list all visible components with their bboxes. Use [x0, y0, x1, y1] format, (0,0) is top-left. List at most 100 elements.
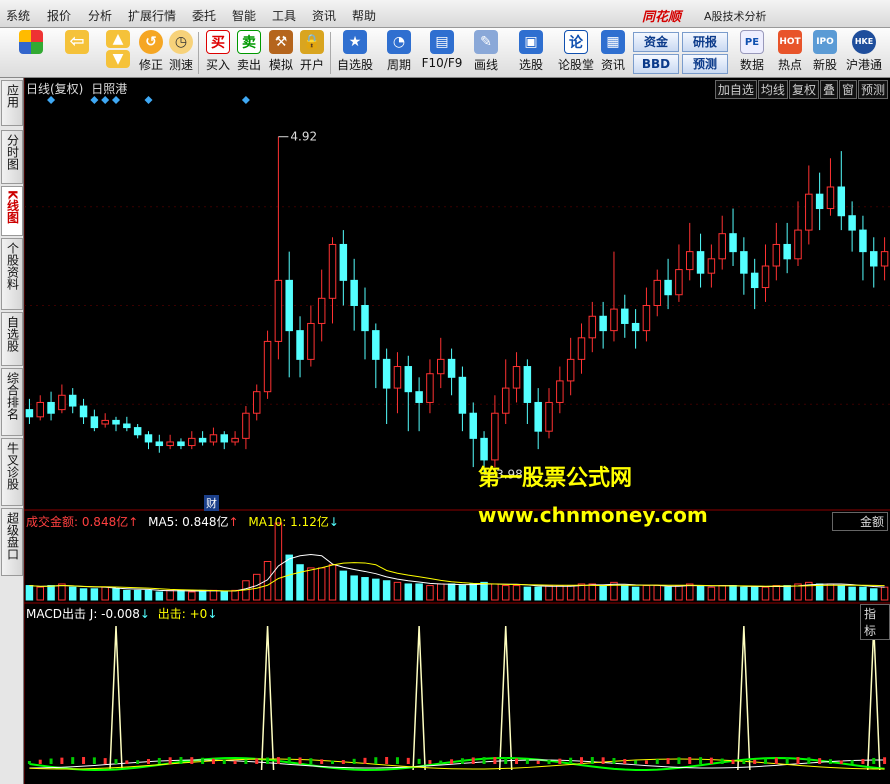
sidebar-item-label: 应用 — [5, 84, 20, 108]
event-diamond-marker — [241, 96, 250, 104]
indicator-box[interactable]: 指标 — [860, 604, 890, 640]
bbd-button[interactable]: BBD — [633, 54, 679, 74]
volume-bar — [220, 591, 229, 601]
candle-body — [350, 279, 358, 306]
sidebar-item-diagnosis[interactable]: 牛叉诊股 — [1, 438, 23, 506]
macd-histogram-bar — [872, 757, 876, 764]
macd-histogram-bar — [644, 760, 648, 764]
sidebar-item-super-book[interactable]: 超级盘口 — [1, 508, 23, 576]
volume-bar — [307, 567, 315, 601]
sidebar-item-label: K线图 — [5, 190, 20, 224]
volume-bar — [274, 522, 283, 601]
capital-button[interactable]: 资金 — [633, 32, 679, 52]
volume-bar — [545, 585, 553, 601]
ma-button[interactable]: 均线 — [757, 80, 788, 99]
cycle-button[interactable]: ◔ 周期 — [384, 30, 414, 76]
pen-icon: ✎ — [474, 30, 498, 54]
volume-bar — [198, 589, 207, 601]
menu-item-news[interactable]: 资讯 — [312, 7, 336, 24]
candle-body — [653, 279, 662, 306]
f10-button[interactable]: ▤ F10/F9 — [422, 30, 462, 76]
add-watchlist-button[interactable]: 加自选 — [714, 80, 757, 99]
macd-histogram-bar — [233, 760, 237, 764]
macd-histogram-bar — [266, 757, 270, 764]
candle-body — [231, 437, 239, 443]
candle-body — [112, 419, 120, 425]
finance-marker[interactable]: 财 — [204, 495, 219, 511]
news-button[interactable]: ▦ 资讯 — [598, 30, 628, 76]
back-button[interactable]: ⇦ — [62, 30, 92, 76]
overlay-button[interactable]: 叠 — [819, 80, 838, 99]
menu-item-tools[interactable]: 工具 — [272, 7, 296, 24]
chart-header: 日线(复权) 日照港 — [26, 80, 127, 97]
select-stock-button[interactable]: ▣ 选股 — [516, 30, 546, 76]
macd-histogram-bar — [114, 759, 118, 764]
data-button[interactable]: PE 数据 — [737, 30, 767, 76]
sidebar-item-timeshare[interactable]: 分时图 — [1, 130, 23, 184]
kline-chart[interactable]: 4.923.98 — [24, 78, 890, 784]
ipo-button[interactable]: IPO 新股 — [810, 30, 840, 76]
macd-label: MACD出击 J: -0.008 — [26, 607, 140, 621]
signal-spike — [498, 625, 513, 771]
research-button[interactable]: 研报 — [682, 32, 728, 52]
candle-body — [480, 437, 488, 461]
open-account-button[interactable]: 🔒 开户 — [297, 30, 327, 76]
down-arrow-icon: ▼ — [106, 50, 130, 68]
macd-histogram-bar — [190, 757, 194, 764]
adjust-button[interactable]: 复权 — [788, 80, 819, 99]
sidebar-item-apps[interactable]: 应用 — [1, 80, 23, 126]
macd-histogram-bar — [785, 757, 789, 764]
ma5-label: MA5: 0.848亿 — [148, 515, 229, 529]
macd-histogram-bar — [861, 758, 865, 764]
macd-histogram-bar — [363, 757, 367, 764]
macd-histogram-bar — [331, 760, 335, 764]
volume-bar — [426, 585, 434, 601]
period-label[interactable]: 日线(复权) — [26, 82, 83, 96]
volume-bar — [880, 586, 889, 601]
hk-connect-button[interactable]: HKE 沪港通 — [846, 30, 882, 76]
menu-item-system[interactable]: 系统 — [6, 7, 30, 24]
candle-body — [729, 233, 737, 253]
forecast-chart-button[interactable]: 预测 — [857, 80, 888, 99]
amount-box[interactable]: 金额 — [832, 512, 888, 531]
sidebar-item-watchlist[interactable]: 自选股 — [1, 312, 23, 366]
sidebar-item-ranking[interactable]: 综合排名 — [1, 368, 23, 436]
macd-histogram-bar — [309, 758, 313, 764]
volume-bar — [815, 583, 824, 601]
sidebar-item-stock-info[interactable]: 个股资料 — [1, 238, 23, 310]
candle-body — [447, 358, 456, 378]
menu-item-extended[interactable]: 扩展行情 — [128, 7, 176, 24]
candle-body — [404, 366, 413, 393]
toolbar: ⇦ ▲ ▼ ↺ 修正 ◷ 测速 买 买入 卖 卖出 ⚒ 模拟 🔒 开户 ★ 自选… — [0, 28, 890, 78]
candle-body — [415, 391, 423, 403]
window-button[interactable]: 窗 — [838, 80, 857, 99]
speed-test-button[interactable]: ◷ 测速 — [166, 30, 196, 76]
candle-body — [68, 394, 77, 407]
hotspot-button[interactable]: HOT 热点 — [775, 30, 805, 76]
sidebar-item-label: 自选股 — [5, 316, 20, 352]
grid-button[interactable] — [16, 30, 46, 76]
candle-body — [469, 412, 477, 439]
candle-body — [198, 437, 207, 443]
volume-bar — [729, 585, 737, 601]
volume-bar — [47, 585, 55, 601]
menu-item-help[interactable]: 帮助 — [352, 7, 376, 24]
menu-item-order[interactable]: 委托 — [192, 7, 216, 24]
signal-spike — [412, 625, 426, 771]
watchlist-button[interactable]: ★ 自选股 — [337, 30, 373, 76]
forecast-button[interactable]: 预测 — [682, 54, 728, 74]
sidebar-item-kline[interactable]: K线图 — [1, 186, 23, 236]
candle-body — [242, 412, 250, 439]
volume-bar — [112, 588, 120, 601]
menu-item-smart[interactable]: 智能 — [232, 7, 256, 24]
macd-histogram-bar — [179, 757, 183, 764]
volume-bar — [685, 583, 694, 601]
volume-bar — [750, 586, 759, 601]
macd-histogram-bar — [201, 757, 205, 764]
macd-histogram-bar — [450, 759, 454, 764]
menu-item-quotes[interactable]: 报价 — [47, 7, 71, 24]
menu-item-analysis[interactable]: 分析 — [88, 7, 112, 24]
draw-line-button[interactable]: ✎ 画线 — [471, 30, 501, 76]
forum-button[interactable]: 论 论股堂 — [558, 30, 594, 76]
candle-body — [177, 441, 185, 447]
